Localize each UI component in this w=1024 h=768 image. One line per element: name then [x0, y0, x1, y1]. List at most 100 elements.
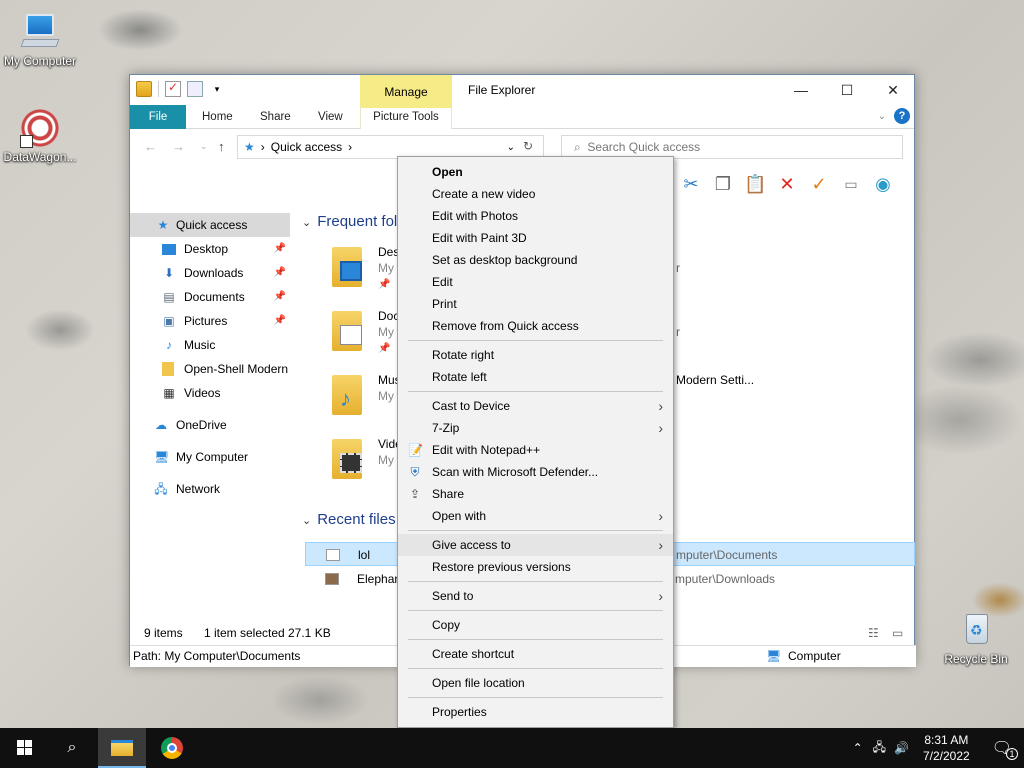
- address-dropdown-icon[interactable]: ⌄: [507, 142, 515, 153]
- submenu-arrow-icon: ›: [658, 508, 663, 524]
- folder-tile-videos[interactable]: Vide My: [290, 431, 402, 489]
- nav-item-onedrive[interactable]: ☁ OneDrive: [130, 413, 290, 437]
- folder-tile-desktop[interactable]: Des My 📌: [290, 239, 399, 297]
- menu-item-open-file-location[interactable]: Open file location: [398, 672, 673, 694]
- menu-separator: [398, 665, 673, 672]
- menu-item-restore-previous-versions[interactable]: Restore previous versions: [398, 556, 673, 578]
- menu-item-edit-with-paint-3d[interactable]: Edit with Paint 3D: [398, 227, 673, 249]
- show-hidden-icons-icon[interactable]: ⌃: [847, 741, 869, 755]
- menu-item-edit-with-notepad[interactable]: 📝 Edit with Notepad++: [398, 439, 673, 461]
- selection-size: 27.1 KB: [288, 626, 331, 640]
- help-icon[interactable]: ?: [894, 108, 910, 124]
- menu-item-create-shortcut[interactable]: Create shortcut: [398, 643, 673, 665]
- title-bar[interactable]: ▾ Manage File Explorer — ☐ ✕: [130, 75, 914, 105]
- nav-item-network[interactable]: 🖧 Network: [130, 477, 290, 501]
- customize-dropdown-icon[interactable]: ▾: [209, 81, 225, 97]
- search-icon[interactable]: ⌕: [48, 728, 96, 768]
- back-icon[interactable]: ←: [144, 139, 157, 154]
- nav-item-quick-access[interactable]: ★ Quick access: [130, 213, 290, 237]
- menu-item-7-zip[interactable]: 7-Zip ›: [398, 417, 673, 439]
- menu-item-copy[interactable]: Copy: [398, 614, 673, 636]
- menu-item-cast-to-device[interactable]: Cast to Device ›: [398, 395, 673, 417]
- menu-item-edit-with-photos[interactable]: Edit with Photos: [398, 205, 673, 227]
- forward-icon[interactable]: →: [172, 139, 185, 154]
- menu-item-share[interactable]: ⇪ Share: [398, 483, 673, 505]
- delete-icon[interactable]: ✕: [776, 173, 798, 195]
- desktop-icon-datawagon[interactable]: DataWagon...: [0, 108, 80, 164]
- new-folder-icon[interactable]: [187, 81, 203, 97]
- nav-item-open-shell[interactable]: Open-Shell Modern: [130, 357, 290, 381]
- nav-item-videos[interactable]: ▦ Videos: [130, 381, 290, 405]
- nav-item-music[interactable]: ♪ Music: [130, 333, 290, 357]
- pin-icon[interactable]: 📌: [274, 237, 286, 261]
- recent-locations-icon[interactable]: ⌄: [200, 141, 208, 152]
- minimize-button[interactable]: —: [778, 75, 824, 105]
- menu-item-give-access-to[interactable]: Give access to ›: [398, 534, 673, 556]
- shell-icon[interactable]: ◉: [872, 173, 894, 195]
- paste-icon[interactable]: 📋: [744, 173, 766, 195]
- menu-item-rotate-right[interactable]: Rotate right: [398, 344, 673, 366]
- folder-location: My: [378, 453, 394, 467]
- navigation-pane: ★ Quick access Desktop 📌 ⬇ Downloads 📌 ▤…: [130, 213, 290, 501]
- folder-location: My: [378, 389, 394, 403]
- tab-view[interactable]: View: [308, 105, 353, 129]
- chevron-right-icon: ›: [348, 140, 353, 154]
- close-button[interactable]: ✕: [870, 75, 916, 105]
- menu-item-send-to[interactable]: Send to ›: [398, 585, 673, 607]
- menu-item-set-as-desktop-background[interactable]: Set as desktop background: [398, 249, 673, 271]
- menu-item-label: Rotate right: [432, 348, 495, 362]
- taskbar-chrome[interactable]: [148, 728, 196, 768]
- taskbar-file-explorer[interactable]: [98, 728, 146, 768]
- checkmark-icon[interactable]: ✓: [808, 173, 830, 195]
- recent-files-header[interactable]: ⌄ Recent files (: [296, 507, 405, 533]
- notification-icon[interactable]: 🗨 1: [980, 738, 1024, 760]
- nav-item-documents[interactable]: ▤ Documents 📌: [130, 285, 290, 309]
- rename-icon[interactable]: ▭: [840, 173, 862, 195]
- menu-item-properties[interactable]: Properties: [398, 701, 673, 723]
- menu-item-rotate-left[interactable]: Rotate left: [398, 366, 673, 388]
- folder-tile-music[interactable]: ♪ Mus My: [290, 367, 401, 425]
- tab-picture-tools[interactable]: Picture Tools: [360, 105, 452, 129]
- menu-item-label: 7-Zip: [432, 421, 460, 435]
- details-view-icon[interactable]: ☷: [868, 621, 879, 645]
- refresh-icon[interactable]: ↻: [523, 139, 533, 153]
- menu-item-label: Copy: [432, 618, 461, 632]
- network-tray-icon[interactable]: 🖧: [869, 738, 890, 759]
- tab-home[interactable]: Home: [192, 105, 243, 129]
- menu-item-open-with[interactable]: Open with ›: [398, 505, 673, 527]
- desktop-icon-recycle-bin[interactable]: ♻ Recycle Bin: [936, 610, 1016, 666]
- tab-file[interactable]: File: [130, 105, 186, 129]
- menu-item-edit[interactable]: Edit: [398, 271, 673, 293]
- pin-icon[interactable]: 📌: [274, 309, 286, 333]
- nav-item-desktop[interactable]: Desktop 📌: [130, 237, 290, 261]
- nav-item-label: Pictures: [184, 314, 228, 328]
- up-icon[interactable]: ↑: [218, 139, 225, 154]
- tab-share[interactable]: Share: [250, 105, 301, 129]
- menu-item-label: Edit: [432, 275, 453, 289]
- menu-item-print[interactable]: Print: [398, 293, 673, 315]
- large-icons-view-icon[interactable]: ▭: [892, 621, 903, 645]
- properties-icon[interactable]: [165, 80, 181, 97]
- cut-icon[interactable]: ✂: [680, 173, 702, 195]
- manage-tab[interactable]: Manage: [360, 75, 452, 105]
- volume-icon[interactable]: 🔊: [890, 741, 913, 755]
- pin-icon[interactable]: 📌: [274, 285, 286, 309]
- nav-item-pictures[interactable]: ▣ Pictures 📌: [130, 309, 290, 333]
- expand-ribbon-icon[interactable]: ⌄: [878, 111, 886, 122]
- folder-tile-documents[interactable]: Doc My 📌: [290, 303, 399, 361]
- menu-item-scan-with-microsoft-defender[interactable]: ⛨ Scan with Microsoft Defender...: [398, 461, 673, 483]
- folder-icon[interactable]: [136, 81, 152, 97]
- menu-item-open[interactable]: Open: [398, 161, 673, 183]
- pin-icon[interactable]: 📌: [274, 261, 286, 285]
- nav-item-my-computer[interactable]: 🖥 My Computer: [130, 445, 290, 469]
- clock[interactable]: 8:31 AM 7/2/2022: [913, 732, 980, 764]
- maximize-button[interactable]: ☐: [824, 75, 870, 105]
- nav-item-downloads[interactable]: ⬇ Downloads 📌: [130, 261, 290, 285]
- menu-item-remove-from-quick-access[interactable]: Remove from Quick access: [398, 315, 673, 337]
- address-location[interactable]: Quick access: [271, 140, 342, 154]
- desktop-icon-label: My Computer: [3, 54, 77, 68]
- start-button[interactable]: [0, 728, 48, 768]
- desktop-icon-my-computer[interactable]: My Computer: [0, 12, 80, 68]
- menu-item-create-a-new-video[interactable]: Create a new video: [398, 183, 673, 205]
- copy-icon[interactable]: ❐: [712, 173, 734, 195]
